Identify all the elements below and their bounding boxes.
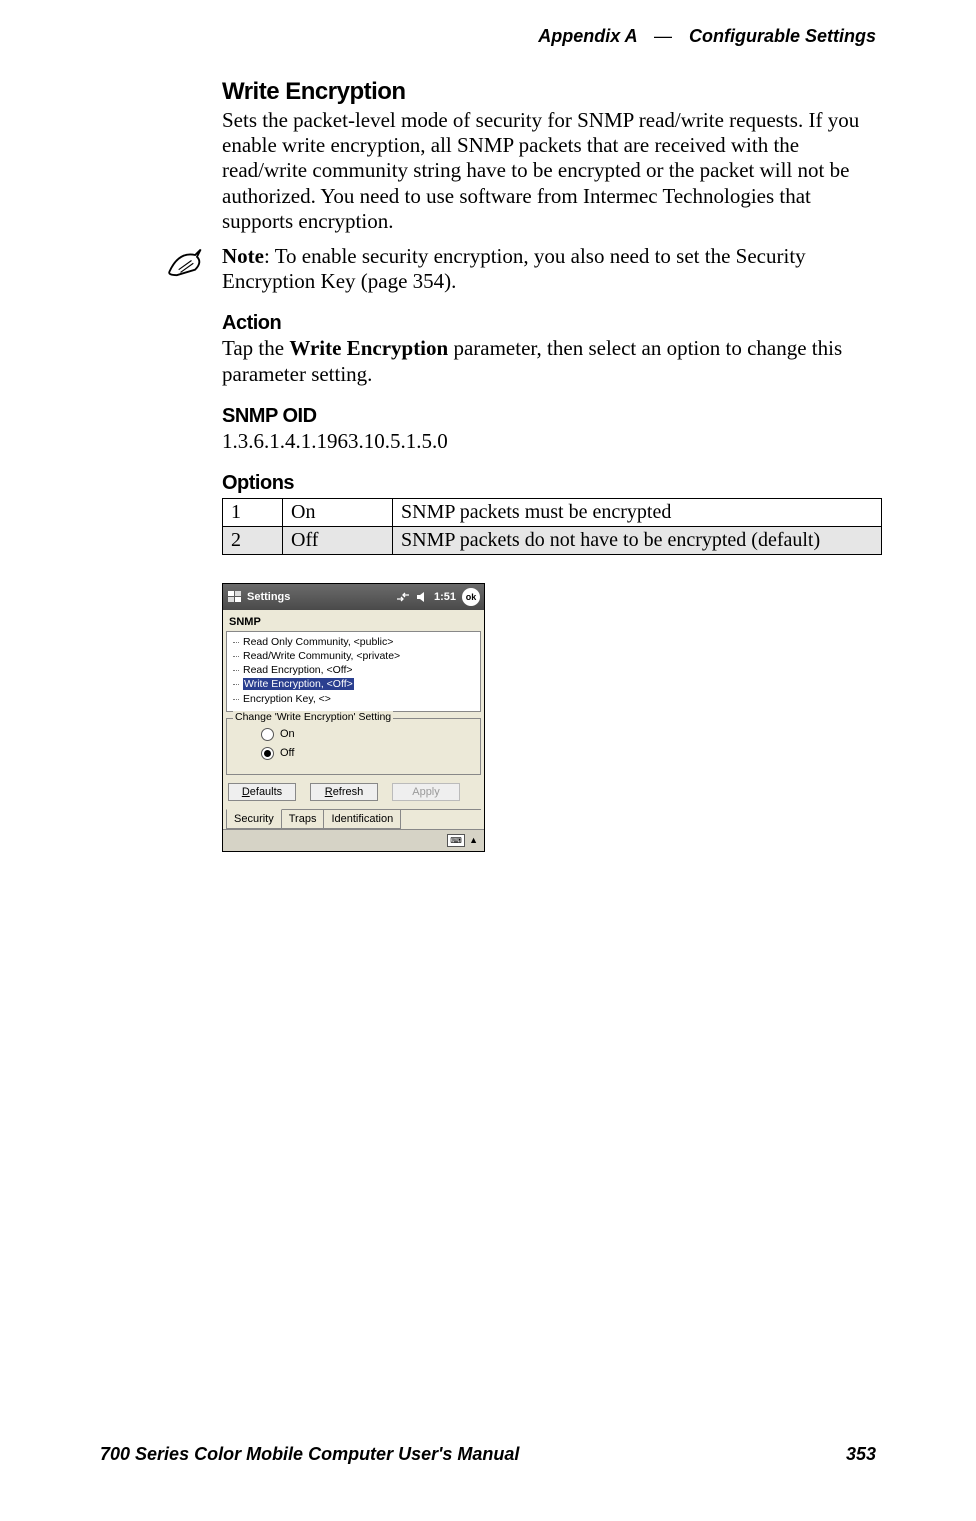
page-header: Appendix A — Configurable Settings bbox=[538, 26, 876, 47]
change-setting-fieldset: Change 'Write Encryption' Setting On Off bbox=[226, 718, 481, 775]
ok-button[interactable]: ok bbox=[462, 588, 480, 606]
option-num: 1 bbox=[223, 498, 283, 526]
tab-identification[interactable]: Identification bbox=[323, 810, 401, 829]
action-bold: Write Encryption bbox=[289, 336, 448, 360]
defaults-button[interactable]: Defaults bbox=[228, 783, 296, 801]
radio-off-label: Off bbox=[280, 747, 294, 759]
tab-traps[interactable]: Traps bbox=[281, 810, 325, 829]
screenshot-body: SNMP Read Only Community, <public> Read/… bbox=[223, 610, 484, 829]
options-table: 1 On SNMP packets must be encrypted 2 Of… bbox=[222, 498, 882, 555]
footer-page-number: 353 bbox=[846, 1444, 876, 1465]
action-prefix: Tap the bbox=[222, 336, 289, 360]
note-text: Note: To enable security encryption, you… bbox=[222, 244, 882, 294]
page-footer: 700 Series Color Mobile Computer User's … bbox=[100, 1444, 876, 1465]
options-title: Options bbox=[222, 472, 882, 495]
sip-bar: ⌨ ▲ bbox=[223, 829, 484, 851]
note-icon bbox=[164, 244, 208, 281]
header-separator: — bbox=[654, 26, 672, 46]
action-paragraph: Tap the Write Encryption parameter, then… bbox=[222, 336, 882, 386]
tree-listbox[interactable]: Read Only Community, <public> Read/Write… bbox=[226, 631, 481, 712]
tree-item-read-encryption[interactable]: Read Encryption, <Off> bbox=[231, 663, 476, 677]
apply-button: Apply bbox=[392, 783, 460, 801]
taskbar: Settings 1:51 ok bbox=[223, 584, 484, 610]
table-row: 1 On SNMP packets must be encrypted bbox=[223, 498, 882, 526]
sip-arrow-icon[interactable]: ▲ bbox=[469, 835, 478, 845]
note-block: Note: To enable security encryption, you… bbox=[222, 244, 882, 294]
header-title: Configurable Settings bbox=[689, 26, 876, 46]
connectivity-icon[interactable] bbox=[396, 591, 410, 603]
panel-label: SNMP bbox=[226, 614, 481, 631]
option-name: Off bbox=[283, 526, 393, 554]
radio-on-label: On bbox=[280, 728, 295, 740]
radio-on[interactable]: On bbox=[261, 728, 470, 741]
tree-item-read-write-community[interactable]: Read/Write Community, <private> bbox=[231, 649, 476, 663]
radio-off-circle[interactable] bbox=[261, 747, 274, 760]
start-flag-icon[interactable] bbox=[227, 589, 243, 605]
page-content: Write Encryption Sets the packet-level m… bbox=[222, 78, 882, 852]
tree-item-encryption-key[interactable]: Encryption Key, <> bbox=[231, 692, 476, 706]
snmp-oid-title: SNMP OID bbox=[222, 405, 882, 428]
note-body: : To enable security encryption, you als… bbox=[222, 244, 806, 293]
radio-on-circle[interactable] bbox=[261, 728, 274, 741]
option-desc: SNMP packets do not have to be encrypted… bbox=[393, 526, 882, 554]
speaker-icon[interactable] bbox=[416, 591, 428, 603]
note-label: Note bbox=[222, 244, 264, 268]
snmp-oid-value: 1.3.6.1.4.1.1963.10.5.1.5.0 bbox=[222, 429, 882, 454]
refresh-button[interactable]: Refresh bbox=[310, 783, 378, 801]
option-name: On bbox=[283, 498, 393, 526]
option-desc: SNMP packets must be encrypted bbox=[393, 498, 882, 526]
header-appendix: Appendix A bbox=[538, 26, 637, 46]
tree-item-read-only-community[interactable]: Read Only Community, <public> bbox=[231, 635, 476, 649]
tab-security[interactable]: Security bbox=[226, 809, 282, 829]
taskbar-right: 1:51 ok bbox=[396, 588, 480, 606]
taskbar-time[interactable]: 1:51 bbox=[434, 591, 456, 603]
device-screenshot: Settings 1:51 ok SNMP Read Only Communit… bbox=[222, 583, 485, 852]
tree-item-write-encryption[interactable]: Write Encryption, <Off> bbox=[231, 677, 476, 691]
radio-off[interactable]: Off bbox=[261, 747, 470, 760]
section-title: Write Encryption bbox=[222, 78, 882, 106]
keyboard-icon[interactable]: ⌨ bbox=[447, 834, 465, 847]
intro-paragraph: Sets the packet-level mode of security f… bbox=[222, 108, 882, 234]
option-num: 2 bbox=[223, 526, 283, 554]
button-row: Defaults Refresh Apply bbox=[226, 775, 481, 809]
action-title: Action bbox=[222, 312, 882, 335]
tab-strip: Security Traps Identification bbox=[226, 809, 481, 829]
taskbar-left: Settings bbox=[227, 589, 290, 605]
taskbar-title[interactable]: Settings bbox=[247, 591, 290, 603]
table-row: 2 Off SNMP packets do not have to be enc… bbox=[223, 526, 882, 554]
fieldset-legend: Change 'Write Encryption' Setting bbox=[233, 711, 393, 723]
footer-book-title: 700 Series Color Mobile Computer User's … bbox=[100, 1444, 519, 1465]
